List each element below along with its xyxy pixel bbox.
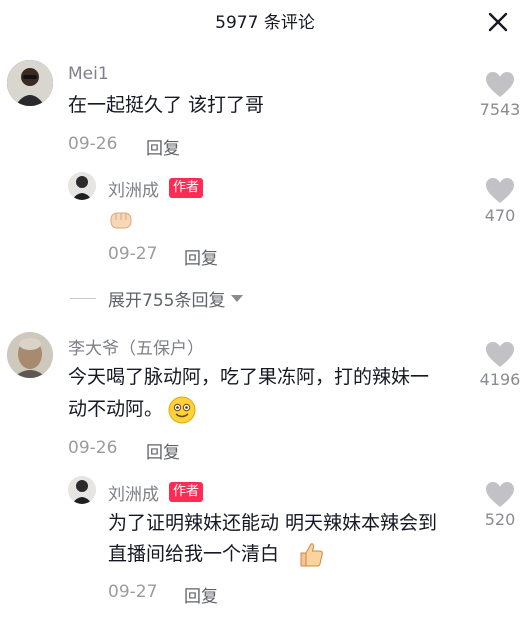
avatar[interactable] xyxy=(68,476,96,504)
avatar[interactable] xyxy=(7,60,53,106)
comment-date: 09-26 xyxy=(68,134,118,154)
heart-icon xyxy=(486,342,514,367)
comment-text: 动不动阿。 xyxy=(68,398,164,420)
author-avatar-icon xyxy=(68,172,96,200)
heart-icon xyxy=(486,178,514,203)
reply-username[interactable]: 刘洲成 xyxy=(108,176,159,201)
reply-button[interactable]: 回复 xyxy=(146,134,180,159)
elderly-avatar-icon xyxy=(7,332,53,378)
like-count: 7543 xyxy=(479,100,521,119)
smiley-emoji-icon xyxy=(168,396,196,424)
reply-button[interactable]: 回复 xyxy=(146,438,180,463)
reply-text: 直播间给我一个清白 xyxy=(108,543,280,565)
reply-button[interactable]: 回复 xyxy=(184,582,218,607)
avatar[interactable] xyxy=(7,332,53,378)
like-button[interactable]: 7543 xyxy=(470,72,530,119)
expand-replies-label: 展开755条回复 xyxy=(108,291,226,311)
like-button[interactable]: 470 xyxy=(470,178,530,225)
author-avatar-icon xyxy=(68,476,96,504)
like-count: 470 xyxy=(484,206,516,225)
reply-username[interactable]: 刘洲成 xyxy=(108,480,159,505)
fist-emoji-icon xyxy=(108,208,134,232)
reply-button[interactable]: 回复 xyxy=(184,244,218,269)
comment-username[interactable]: 李大爷（五保户） xyxy=(68,334,204,359)
comments-header-title: 5977 条评论 xyxy=(215,13,315,33)
like-count: 520 xyxy=(484,510,516,529)
divider xyxy=(70,298,96,299)
author-badge: 作者 xyxy=(169,178,204,198)
user-avatar-dark-icon xyxy=(7,60,53,106)
heart-icon xyxy=(486,72,514,97)
thumbs-up-emoji-icon xyxy=(297,540,325,568)
comment-date: 09-26 xyxy=(68,438,118,458)
author-badge: 作者 xyxy=(169,482,204,502)
like-button[interactable]: 4196 xyxy=(470,342,530,389)
close-icon[interactable] xyxy=(486,10,510,34)
reply-text: 为了证明辣妹还能动 明天辣妹本辣会到 xyxy=(108,512,438,534)
comment-username[interactable]: Mei1 xyxy=(68,64,109,84)
comment-text: 今天喝了脉动阿，吃了果冻阿，打的辣妹一 xyxy=(68,366,430,388)
expand-replies-button[interactable]: 展开755条回复 xyxy=(70,286,244,311)
avatar[interactable] xyxy=(68,172,96,200)
heart-icon xyxy=(486,482,514,507)
reply-date: 09-27 xyxy=(108,582,158,602)
like-count: 4196 xyxy=(479,370,521,389)
like-button[interactable]: 520 xyxy=(470,482,530,529)
chevron-down-icon xyxy=(231,295,244,302)
reply-date: 09-27 xyxy=(108,244,158,264)
comment-text: 在一起挺久了 该打了哥 xyxy=(68,94,265,116)
